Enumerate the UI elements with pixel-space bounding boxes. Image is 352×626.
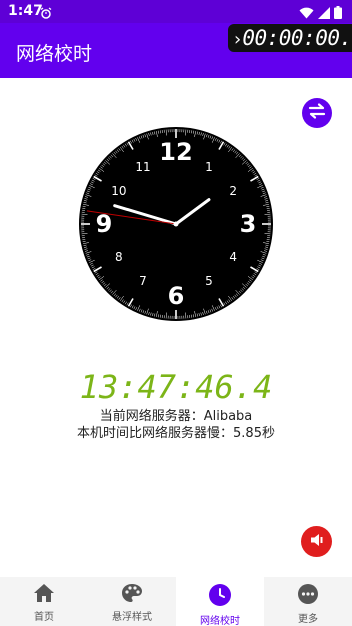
clock-number: 7 [139, 274, 147, 288]
clock-number: 10 [111, 184, 126, 198]
swap-icon [308, 102, 326, 124]
digital-time: 13:47:46.4 [79, 368, 273, 406]
signal-icon [318, 4, 330, 23]
home-icon [33, 583, 55, 606]
clock-number: 2 [229, 184, 237, 198]
clock-number: 8 [115, 250, 123, 264]
battery-icon [334, 4, 342, 23]
clock-number: 12 [159, 138, 192, 166]
clock-center [173, 221, 179, 227]
more-icon [297, 583, 319, 608]
clock-number: 6 [168, 282, 185, 310]
nav-item-time-sync[interactable]: 网络校时 [176, 577, 264, 626]
nav-item-float-style[interactable]: 悬浮样式 [88, 577, 176, 626]
clock-number: 3 [240, 210, 257, 238]
nav-label-more: 更多 [298, 614, 318, 625]
bottom-nav: 首页 悬浮样式 网络校时 更多 [0, 577, 352, 626]
palette-icon [121, 583, 143, 606]
status-bar: 1:47 [0, 0, 352, 23]
nav-item-home[interactable]: 首页 [0, 577, 88, 626]
floating-timer[interactable]: ›00:00:00.0 [228, 24, 352, 52]
time-diff-label: 本机时间比网络服务器慢：5.85秒 [77, 426, 275, 441]
page-title: 网络校时 [16, 43, 93, 65]
sound-button[interactable] [301, 526, 332, 557]
status-time: 1:47 [8, 3, 43, 19]
nav-label-time-sync: 网络校时 [200, 616, 240, 626]
chevron-right-icon: › [232, 29, 243, 50]
alarm-icon [40, 4, 52, 23]
speaker-icon [309, 532, 325, 552]
nav-label-home: 首页 [34, 612, 54, 623]
clock-number: 5 [205, 274, 213, 288]
nav-item-more[interactable]: 更多 [264, 577, 352, 626]
clock-number: 11 [135, 160, 150, 174]
wifi-icon [299, 4, 314, 23]
floating-timer-value: 00:00:00.0 [242, 26, 352, 50]
analog-clock: 121234567891011 [79, 127, 273, 321]
nav-label-float-style: 悬浮样式 [112, 612, 152, 623]
swap-button[interactable] [302, 98, 332, 128]
clock-number: 1 [205, 160, 213, 174]
clock-number: 4 [229, 250, 237, 264]
clock-icon [208, 583, 232, 610]
